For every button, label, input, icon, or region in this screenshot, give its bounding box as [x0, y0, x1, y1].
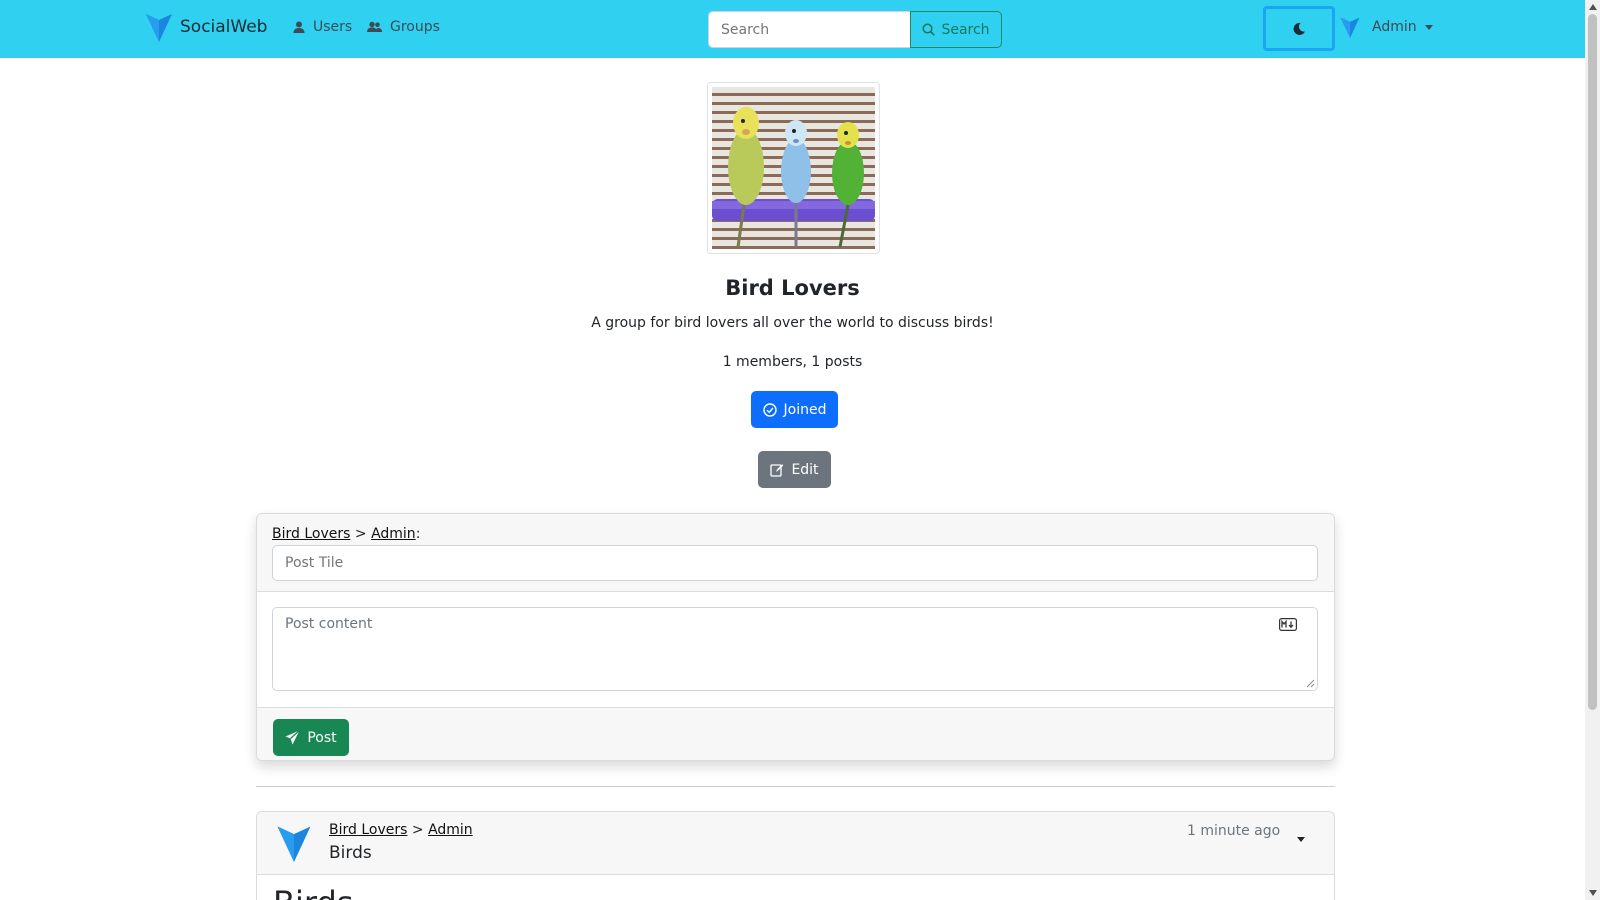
post-content-textarea[interactable]: Post content	[272, 607, 1318, 691]
composer-group-link[interactable]: Bird Lovers	[272, 526, 350, 542]
post-header: Bird Lovers > Admin Birds 1 minute ago	[257, 812, 1334, 875]
post-title: Birds	[329, 843, 372, 863]
nav-groups-label: Groups	[390, 19, 440, 35]
post-card: Bird Lovers > Admin Birds 1 minute ago B…	[256, 811, 1335, 900]
top-navbar: SocialWeb Users Groups Search Search Adm…	[0, 0, 1585, 58]
composer-header: Bird Lovers > Admin:	[257, 514, 1334, 592]
search-form: Search	[708, 11, 1002, 48]
composer-breadcrumb: Bird Lovers > Admin:	[272, 526, 420, 542]
search-input[interactable]	[708, 11, 910, 48]
users-group-icon	[367, 21, 382, 32]
post-timestamp: 1 minute ago	[1187, 823, 1281, 839]
check-circle-icon	[762, 402, 777, 417]
composer-body: Post content	[257, 592, 1334, 708]
search-icon	[922, 23, 936, 36]
group-photo-image	[712, 87, 875, 249]
nav-users-link[interactable]: Users	[293, 19, 352, 35]
composer-crumb-separator: >	[350, 526, 372, 542]
composer-footer: Post	[257, 709, 1334, 760]
post-content-placeholder: Post content	[285, 616, 373, 632]
joined-button[interactable]: Joined	[751, 391, 838, 428]
joined-button-label: Joined	[783, 401, 827, 418]
post-author-link[interactable]: Admin	[428, 822, 473, 838]
post-composer-card: Bird Lovers > Admin: Post content Post	[256, 513, 1335, 761]
caret-down-icon	[1424, 24, 1433, 30]
post-group-link[interactable]: Bird Lovers	[329, 822, 407, 838]
scroll-thumb[interactable]	[1588, 14, 1597, 710]
brand-link[interactable]: SocialWeb	[146, 12, 267, 42]
moon-icon	[1293, 22, 1305, 35]
user-icon	[293, 21, 305, 33]
post-title-input[interactable]	[272, 545, 1318, 581]
nav-groups-link[interactable]: Groups	[367, 19, 440, 35]
user-menu-dropdown[interactable]: Admin	[1340, 16, 1433, 38]
post-crumb-separator: >	[407, 822, 429, 838]
composer-crumb-colon: :	[415, 526, 421, 542]
group-description: A group for bird lovers all over the wor…	[591, 315, 994, 331]
search-button-label: Search	[941, 21, 990, 38]
post-breadcrumb: Bird Lovers > Admin	[329, 822, 473, 838]
post-body-heading: Birds	[273, 884, 353, 900]
send-icon	[285, 730, 301, 745]
brand-logo-icon	[146, 14, 172, 42]
user-avatar-icon	[1340, 17, 1360, 38]
page-scrollbar[interactable]	[1585, 0, 1600, 900]
edit-group-button[interactable]: Edit	[758, 451, 831, 488]
edit-button-label: Edit	[791, 461, 819, 478]
group-photo	[707, 82, 880, 254]
scroll-up-arrow-icon[interactable]	[1589, 4, 1597, 10]
markdown-icon[interactable]	[1279, 618, 1297, 631]
resize-grip-icon[interactable]	[1306, 679, 1315, 688]
nav-users-label: Users	[313, 19, 353, 35]
post-submit-button[interactable]: Post	[273, 719, 349, 756]
post-button-label: Post	[307, 729, 337, 746]
edit-icon	[770, 463, 784, 477]
section-divider	[256, 786, 1335, 787]
scroll-down-arrow-icon[interactable]	[1589, 890, 1597, 896]
group-title: Bird Lovers	[725, 276, 860, 300]
brand-name: SocialWeb	[180, 17, 268, 37]
composer-user-link[interactable]: Admin	[371, 526, 416, 542]
user-name: Admin	[1372, 19, 1417, 35]
post-author-avatar-icon[interactable]	[277, 824, 311, 862]
dark-mode-toggle[interactable]	[1263, 6, 1335, 51]
group-stats: 1 members, 1 posts	[722, 354, 863, 370]
post-options-caret-icon[interactable]	[1297, 837, 1305, 842]
search-button[interactable]: Search	[910, 11, 1002, 48]
